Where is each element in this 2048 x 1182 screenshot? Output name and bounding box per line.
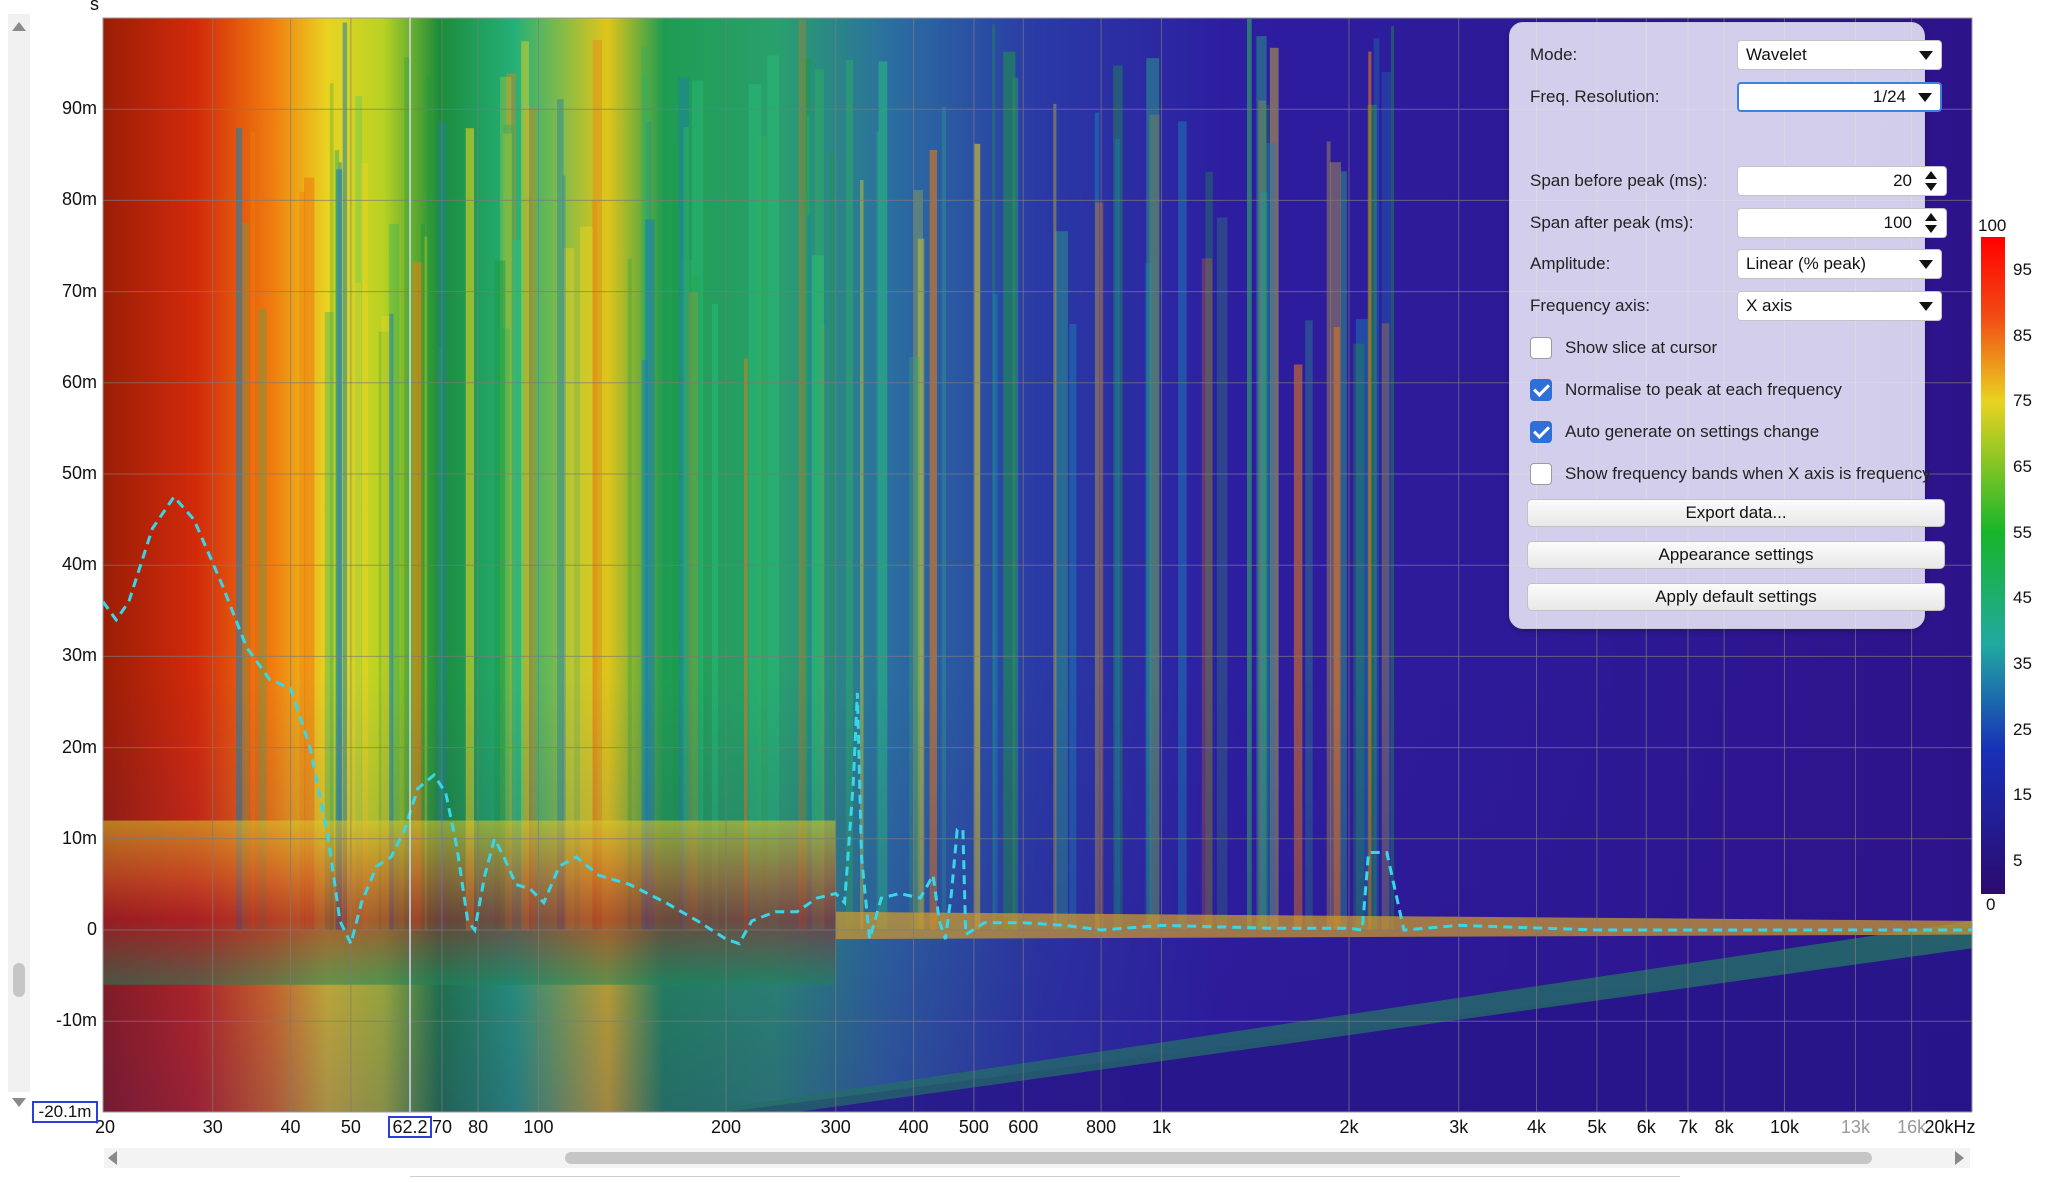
frequency-axis-select[interactable]: X axis [1737, 291, 1942, 321]
x-tick-label: 20kHz [1924, 1117, 1976, 1137]
x-tick-label: 200 [710, 1117, 742, 1137]
mode-label: Mode: [1530, 45, 1578, 64]
up-down-arrows-icon[interactable] [1922, 170, 1940, 192]
x-tick-label: 13k [1840, 1117, 1870, 1137]
mode-value: Wavelet [1746, 45, 1807, 64]
span-after-stepper[interactable]: 100 [1737, 208, 1947, 238]
frequency-axis-value: X axis [1746, 296, 1793, 315]
checkbox-2[interactable] [1530, 379, 1552, 401]
x-tick-label: 2k [1339, 1117, 1359, 1137]
colorbar-tick-label: 35 [2013, 654, 2032, 674]
y-cursor-readout: -20.1m [32, 1101, 98, 1123]
span-after-value: 100 [1883, 213, 1912, 232]
colorbar [1981, 237, 2005, 894]
colorbar-tick-label: 0 [1986, 895, 1996, 914]
chevron-down-icon [1918, 93, 1932, 102]
colorbar-tick-label: 65 [2013, 456, 2032, 476]
x-tick-label: 800 [1086, 1117, 1117, 1137]
appearance-settings-button[interactable]: Appearance settings [1527, 541, 1945, 569]
settings-panel: Mode: Wavelet Freq. Resolution: 1/24 Spa… [1509, 22, 1947, 629]
x-tick-label: 30 [202, 1117, 223, 1137]
chevron-down-icon [1919, 51, 1933, 60]
x-tick-label: 10k [1769, 1117, 1799, 1137]
x-tick-label: 70 [431, 1117, 452, 1137]
checkbox-3[interactable] [1530, 421, 1552, 443]
chevron-down-icon [1919, 302, 1933, 311]
x-tick-label: 400 [898, 1117, 929, 1137]
x-tick-label: 600 [1008, 1117, 1039, 1137]
colorbar-tick-label: 25 [2013, 719, 2032, 739]
mode-select[interactable]: Wavelet [1737, 40, 1942, 70]
colorbar-tick-label: 75 [2013, 391, 2032, 411]
span-after-label: Span after peak (ms): [1530, 213, 1694, 232]
span-before-stepper[interactable]: 20 [1737, 166, 1947, 196]
amplitude-value: Linear (% peak) [1746, 254, 1867, 273]
triangle-right-icon[interactable] [1955, 1151, 1964, 1165]
colorbar-tick-label: 5 [2013, 851, 2023, 871]
x-cursor-readout: 62.2 [387, 1116, 432, 1138]
x-tick-label: 40 [280, 1117, 301, 1137]
apply-default-settings-button[interactable]: Apply default settings [1527, 583, 1945, 611]
up-down-arrows-icon[interactable] [1922, 212, 1940, 234]
x-tick-label: 1k [1151, 1117, 1171, 1137]
checkbox-label[interactable]: Show slice at cursor [1565, 338, 1717, 358]
x-tick-label: 3k [1449, 1117, 1469, 1137]
checkbox-label[interactable]: Normalise to peak at each frequency [1565, 380, 1842, 400]
checkbox-4[interactable] [1530, 463, 1552, 485]
span-before-label: Span before peak (ms): [1530, 171, 1708, 190]
x-tick-label: 5k [1587, 1117, 1607, 1137]
export-data-button[interactable]: Export data... [1527, 499, 1945, 527]
span-before-value: 20 [1893, 171, 1912, 190]
x-tick-label: 80 [468, 1117, 489, 1137]
x-tick-label: 50 [340, 1117, 361, 1137]
colorbar-tick-label: 15 [2013, 785, 2032, 805]
x-tick-label: 100 [523, 1117, 554, 1137]
colorbar-tick-label: 45 [2013, 588, 2032, 608]
freq-resolution-select[interactable]: 1/24 [1737, 82, 1942, 112]
triangle-left-icon[interactable] [108, 1151, 117, 1165]
colorbar-tick-label: 85 [2013, 325, 2032, 345]
x-tick-label: 8k [1714, 1117, 1734, 1137]
horizontal-scrollbar-thumb[interactable] [565, 1152, 1872, 1164]
colorbar-tick-label: 55 [2013, 522, 2032, 542]
colorbar-tick-label: 100 [1978, 216, 2007, 235]
colorbar-tick-label: 95 [2013, 259, 2032, 279]
frequency-axis-label: Frequency axis: [1530, 296, 1650, 315]
amplitude-select[interactable]: Linear (% peak) [1737, 249, 1942, 279]
bottom-divider [410, 1176, 1680, 1177]
chevron-down-icon [1919, 260, 1933, 269]
x-tick-label: 500 [958, 1117, 989, 1137]
amplitude-label: Amplitude: [1530, 254, 1611, 273]
x-tick-label: 6k [1636, 1117, 1656, 1137]
freq-resolution-value: 1/24 [1872, 87, 1906, 106]
x-tick-label: 4k [1527, 1117, 1547, 1137]
checkbox-1[interactable] [1530, 337, 1552, 359]
checkbox-label[interactable]: Show frequency bands when X axis is freq… [1565, 464, 1931, 484]
freq-resolution-label: Freq. Resolution: [1530, 87, 1660, 106]
checkbox-label[interactable]: Auto generate on settings change [1565, 422, 1819, 442]
x-tick-label: 7k [1678, 1117, 1698, 1137]
x-tick-label: 300 [820, 1117, 851, 1137]
x-tick-label: 16k [1897, 1117, 1927, 1137]
